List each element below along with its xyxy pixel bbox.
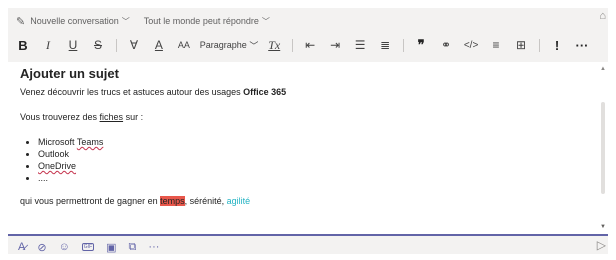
conversation-type-label: Nouvelle conversation — [30, 15, 119, 26]
format-icon[interactable]: A̷ — [18, 241, 25, 253]
paragraph-dropdown[interactable]: Paragraphe ﹀ — [199, 39, 259, 52]
compose-header: ✎ Nouvelle conversation ﹀ Tout le monde p… — [16, 12, 600, 30]
closing-middle: , sérénité, — [184, 196, 227, 206]
meet-now-icon[interactable]: ⧉ — [129, 241, 137, 254]
find-suffix: sur : — [123, 112, 144, 122]
attach-file-icon[interactable]: ⊘ — [37, 241, 46, 254]
find-paragraph: Vous trouverez des fiches sur : — [20, 111, 580, 123]
horizontal-rule-icon[interactable]: ≡ — [489, 38, 503, 52]
chevron-down-icon: ﹀ — [121, 16, 130, 26]
mark-important-button[interactable]: ! — [550, 38, 564, 53]
colored-word: agilité — [226, 196, 251, 206]
bulleted-list-icon[interactable]: ☰ — [353, 38, 367, 52]
bullet-list: Microsoft Teams Outlook OneDrive .... — [20, 136, 580, 184]
message-editor[interactable]: Ajouter un sujet Venez découvrir les tru… — [8, 62, 608, 236]
paragraph-label: Paragraphe — [199, 40, 247, 50]
scrollbar-thumb[interactable] — [601, 102, 605, 194]
font-color-button[interactable]: A — [152, 38, 166, 52]
emoji-icon[interactable]: ☺ — [59, 241, 70, 253]
more-options-button[interactable]: ··· — [148, 241, 159, 253]
clear-formatting-button[interactable]: Tx — [267, 38, 281, 53]
reply-permission-dropdown[interactable]: Tout le monde peut répondre ﹀ — [144, 16, 270, 27]
subject-field[interactable]: Ajouter un sujet — [20, 67, 580, 80]
list-item: Outlook — [38, 148, 580, 160]
toolbar-divider — [292, 38, 294, 52]
numbered-list-icon[interactable]: ≣ — [378, 38, 392, 52]
highlight-button[interactable]: ∀ — [127, 38, 141, 52]
italic-button[interactable]: I — [41, 38, 55, 53]
quote-button[interactable]: ❞ — [414, 37, 428, 53]
scrollbar[interactable]: ▲ ▼ — [600, 66, 606, 230]
table-icon[interactable]: ⊞ — [514, 38, 528, 52]
gif-icon[interactable]: GIF — [81, 243, 95, 251]
list-item: .... — [38, 172, 580, 184]
formatting-toolbar: B I U S ∀ A AA Paragraphe ﹀ Tx ⇤ ⇥ ☰ ≣ ❞… — [16, 34, 600, 56]
font-size-button[interactable]: AA — [177, 40, 191, 50]
compose-box: ✎ Nouvelle conversation ﹀ Tout le monde p… — [8, 8, 608, 254]
list-item: Microsoft Teams — [38, 136, 580, 148]
closing-prefix: qui vous permettront de gagner en — [20, 196, 161, 206]
edit-icon: ✎ — [16, 15, 26, 28]
intro-bold-text: Office 365 — [243, 87, 287, 97]
intro-paragraph: Venez découvrir les trucs et astuces aut… — [20, 86, 580, 98]
sticker-icon[interactable]: ▣ — [106, 241, 116, 254]
strikethrough-button[interactable]: S — [91, 38, 105, 52]
conversation-type-dropdown[interactable]: Nouvelle conversation ﹀ — [30, 16, 130, 27]
toolbar-divider — [403, 38, 405, 52]
bold-button[interactable]: B — [16, 38, 30, 53]
toolbar-divider — [116, 38, 117, 52]
compose-actions: A̷ ⊘ ☺ GIF ▣ ⧉ ··· — [18, 239, 598, 255]
code-snippet-button[interactable]: </> — [464, 40, 478, 51]
link-icon[interactable]: ⚭ — [439, 38, 453, 52]
scroll-up-icon[interactable]: ▲ — [600, 66, 606, 72]
highlighted-word: temps — [160, 196, 185, 206]
toolbar-divider — [539, 38, 540, 52]
reply-permission-label: Tout le monde peut répondre — [143, 15, 259, 26]
underline-button[interactable]: U — [66, 38, 80, 52]
chevron-down-icon: ﹀ — [249, 40, 259, 51]
more-options-button[interactable]: ··· — [575, 38, 589, 53]
find-prefix: Vous trouverez des — [20, 112, 100, 122]
chevron-down-icon: ﹀ — [261, 16, 270, 26]
intro-text: Venez découvrir les trucs et astuces aut… — [20, 87, 244, 97]
decrease-indent-icon[interactable]: ⇤ — [303, 38, 317, 52]
fiches-link[interactable]: fiches — [100, 112, 124, 122]
send-icon[interactable]: ▷ — [597, 238, 606, 252]
closing-paragraph: qui vous permettront de gagner en temps,… — [20, 195, 580, 207]
scroll-down-icon[interactable]: ▼ — [600, 224, 606, 230]
attachment-icon[interactable]: ⌂ — [599, 10, 606, 22]
list-item: OneDrive — [38, 160, 580, 172]
increase-indent-icon[interactable]: ⇥ — [328, 38, 342, 52]
message-content[interactable]: Ajouter un sujet Venez découvrir les tru… — [20, 67, 580, 220]
